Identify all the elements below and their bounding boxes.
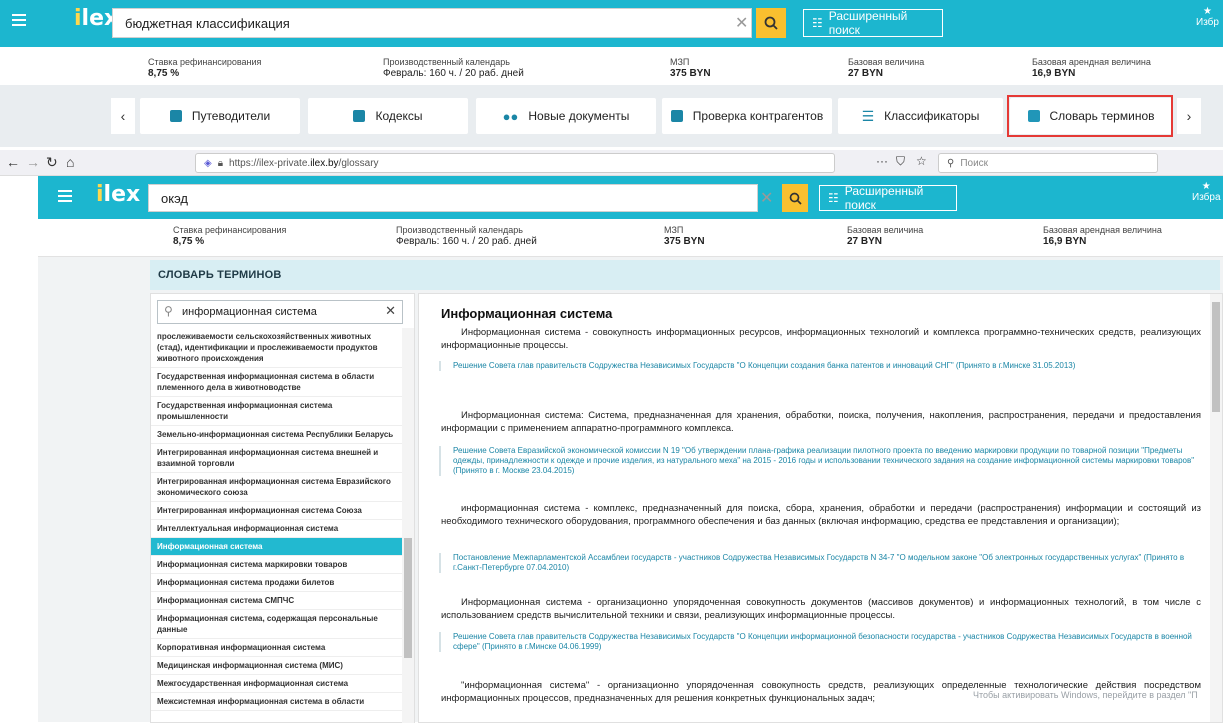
glossary-panel: СЛОВАРЬ ТЕРМИНОВ ⚲ информационная систем… bbox=[38, 257, 1223, 723]
star-icon: ★ bbox=[1202, 6, 1212, 17]
definition-text: информационная система - комплекс, предн… bbox=[441, 503, 1201, 527]
term-item[interactable]: Интеллектуальная информационная система bbox=[151, 520, 403, 538]
search-icon: ⚲ bbox=[164, 304, 173, 318]
list-icon: ☰ bbox=[861, 107, 875, 124]
glossary-title: СЛОВАРЬ ТЕРМИНОВ bbox=[150, 260, 1220, 290]
info-calendar: Производственный календарь Февраль: 160 ч… bbox=[396, 225, 537, 247]
term-item[interactable]: Межсистемная информационная система в об… bbox=[151, 693, 403, 711]
info-base-rent: Базовая арендная величина 16,9 BYN bbox=[1043, 225, 1162, 247]
shield-icon: ◈ bbox=[204, 157, 212, 169]
page-actions-menu[interactable]: ··· bbox=[876, 154, 888, 168]
definition-source-link[interactable]: Решение Совета глав правительств Содруже… bbox=[439, 632, 1199, 652]
search-icon bbox=[789, 192, 802, 205]
article-title: Информационная система bbox=[441, 306, 613, 321]
search-input[interactable]: окэд bbox=[148, 184, 758, 212]
definition-text: Информационная система - организационно … bbox=[441, 597, 1201, 621]
info-base-value: Базовая величина 27 BYN bbox=[847, 225, 924, 247]
term-search-input[interactable]: ⚲ информационная система ✕ bbox=[157, 300, 403, 324]
article-scrollbar[interactable] bbox=[1210, 294, 1222, 722]
bookmark-star-icon[interactable]: ☆ bbox=[916, 154, 927, 168]
fg-top-bar: ilex окэд ✕ ☷ Расширенный поиск ★ Избра bbox=[38, 176, 1223, 219]
definition-source-link[interactable]: Решение Совета Евразийской экономической… bbox=[439, 446, 1199, 476]
term-item[interactable]: Информационная система продажи билетов bbox=[151, 574, 403, 592]
term-item[interactable]: Интегрированная информационная система Е… bbox=[151, 473, 403, 502]
info-base-value: Базовая величина 27 BYN bbox=[848, 57, 925, 79]
quick-access-strip: ‹ Путеводители Кодексы ●● Новые документы… bbox=[0, 85, 1223, 147]
term-item[interactable]: Информационная система СМПЧС bbox=[151, 592, 403, 610]
favorites-button[interactable]: ★ Избр bbox=[1196, 6, 1219, 28]
term-item[interactable]: Корпоративная информационная система bbox=[151, 639, 403, 657]
quick-check-contractors[interactable]: Проверка контрагентов bbox=[662, 98, 832, 134]
browser-search-box[interactable]: ⚲ Поиск bbox=[938, 153, 1158, 173]
term-item[interactable]: Государственная информационная система п… bbox=[151, 397, 403, 426]
search-button[interactable] bbox=[782, 184, 808, 212]
article-pane: Информационная система Информационная си… bbox=[418, 293, 1223, 723]
search-button[interactable] bbox=[756, 8, 786, 38]
check-icon bbox=[670, 110, 683, 122]
menu-icon[interactable] bbox=[12, 14, 28, 28]
prev-arrow[interactable]: ‹ bbox=[111, 98, 135, 134]
term-item[interactable]: Информационная система, содержащая персо… bbox=[151, 610, 403, 639]
clear-icon[interactable]: ✕ bbox=[735, 13, 748, 33]
advanced-search-button[interactable]: ☷ Расширенный поиск bbox=[819, 184, 957, 212]
back-icon[interactable]: ← bbox=[6, 154, 20, 170]
pocket-icon[interactable]: ⛉ bbox=[896, 154, 905, 169]
windows-activation-notice: Чтобы активировать Windows, перейдите в … bbox=[973, 690, 1198, 700]
term-item[interactable]: Земельно-информационная система Республи… bbox=[151, 426, 403, 444]
filter-icon: ☷ bbox=[828, 191, 839, 205]
info-base-rent: Базовая арендная величина 16,9 BYN bbox=[1032, 57, 1151, 79]
quick-codes[interactable]: Кодексы bbox=[308, 98, 468, 134]
term-item[interactable]: Интегрированная информационная система С… bbox=[151, 502, 403, 520]
term-item[interactable]: Медицинская информационная система (МИС) bbox=[151, 657, 403, 675]
quick-classifiers[interactable]: ☰ Классификаторы bbox=[838, 98, 1003, 134]
info-refinancing: Ставка рефинансирования 8,75 % bbox=[173, 225, 287, 247]
lock-icon: 🔒︎ bbox=[217, 157, 224, 169]
binoculars-icon: ●● bbox=[502, 108, 519, 124]
glossary-highlight bbox=[1007, 95, 1173, 137]
search-icon: ⚲ bbox=[947, 157, 955, 169]
filter-icon: ☷ bbox=[812, 16, 823, 30]
bg-info-row: Ставка рефинансирования 8,75 % Производст… bbox=[0, 47, 1223, 85]
term-item[interactable]: Интегрированная информационная система в… bbox=[151, 444, 403, 473]
term-list-pane: ⚲ информационная система ✕ прослеживаемо… bbox=[150, 293, 415, 723]
scroll-thumb[interactable] bbox=[404, 538, 412, 658]
info-refinancing: Ставка рефинансирования 8,75 % bbox=[148, 57, 262, 79]
term-item[interactable]: прослеживаемости сельскохозяйственных жи… bbox=[151, 328, 403, 368]
next-arrow[interactable]: › bbox=[1177, 98, 1201, 134]
scroll-thumb[interactable] bbox=[1212, 302, 1220, 412]
browser-toolbar: ← → ↻ ⌂ ◈ 🔒︎ https://ilex-private.ilex.b… bbox=[0, 150, 1223, 176]
clear-icon[interactable]: ✕ bbox=[385, 303, 396, 319]
home-icon[interactable]: ⌂ bbox=[66, 154, 74, 170]
reload-icon[interactable]: ↻ bbox=[46, 154, 58, 171]
advanced-search-button[interactable]: ☷ Расширенный поиск bbox=[803, 9, 943, 37]
menu-icon[interactable] bbox=[58, 190, 74, 204]
quick-new-docs[interactable]: ●● Новые документы bbox=[476, 98, 656, 134]
favorites-button[interactable]: ★ Избра bbox=[1192, 181, 1221, 203]
term-item[interactable]: Государственная информационная система в… bbox=[151, 368, 403, 397]
definition-source-link[interactable]: Постановление Межпарламентской Ассамблеи… bbox=[439, 553, 1199, 573]
term-list-scrollbar[interactable] bbox=[402, 328, 414, 723]
bg-top-bar: ilex бюджетная классификация ✕ ☷ Расширен… bbox=[0, 0, 1223, 47]
search-input[interactable]: бюджетная классификация bbox=[112, 8, 752, 38]
info-mzp: МЗП 375 BYN bbox=[664, 225, 705, 247]
term-list: прослеживаемости сельскохозяйственных жи… bbox=[151, 328, 403, 723]
address-bar[interactable]: ◈ 🔒︎ https://ilex-private.ilex.by/glossa… bbox=[195, 153, 835, 173]
term-item[interactable]: Информационная система маркировки товаро… bbox=[151, 556, 403, 574]
star-icon: ★ bbox=[1201, 181, 1211, 192]
term-item-active[interactable]: Информационная система bbox=[151, 538, 403, 556]
info-calendar: Производственный календарь Февраль: 160 ч… bbox=[383, 57, 524, 79]
term-item[interactable]: Межгосударственная информационная систем… bbox=[151, 675, 403, 693]
clear-icon[interactable]: ✕ bbox=[760, 188, 773, 208]
ilex-logo[interactable]: ilex bbox=[96, 182, 140, 207]
definition-text: Информационная система - совокупность ин… bbox=[441, 327, 1201, 351]
map-icon bbox=[169, 110, 182, 122]
definition-text: Информационная система: Система, предназ… bbox=[441, 410, 1201, 434]
quick-guides[interactable]: Путеводители bbox=[140, 98, 300, 134]
book-icon bbox=[353, 110, 366, 122]
info-mzp: МЗП 375 BYN bbox=[670, 57, 711, 79]
definition-source-link[interactable]: Решение Совета глав правительств Содруже… bbox=[439, 361, 1199, 371]
search-icon bbox=[764, 16, 778, 30]
fg-info-row: Ставка рефинансирования 8,75 % Производст… bbox=[38, 219, 1223, 257]
forward-icon[interactable]: → bbox=[26, 154, 40, 170]
